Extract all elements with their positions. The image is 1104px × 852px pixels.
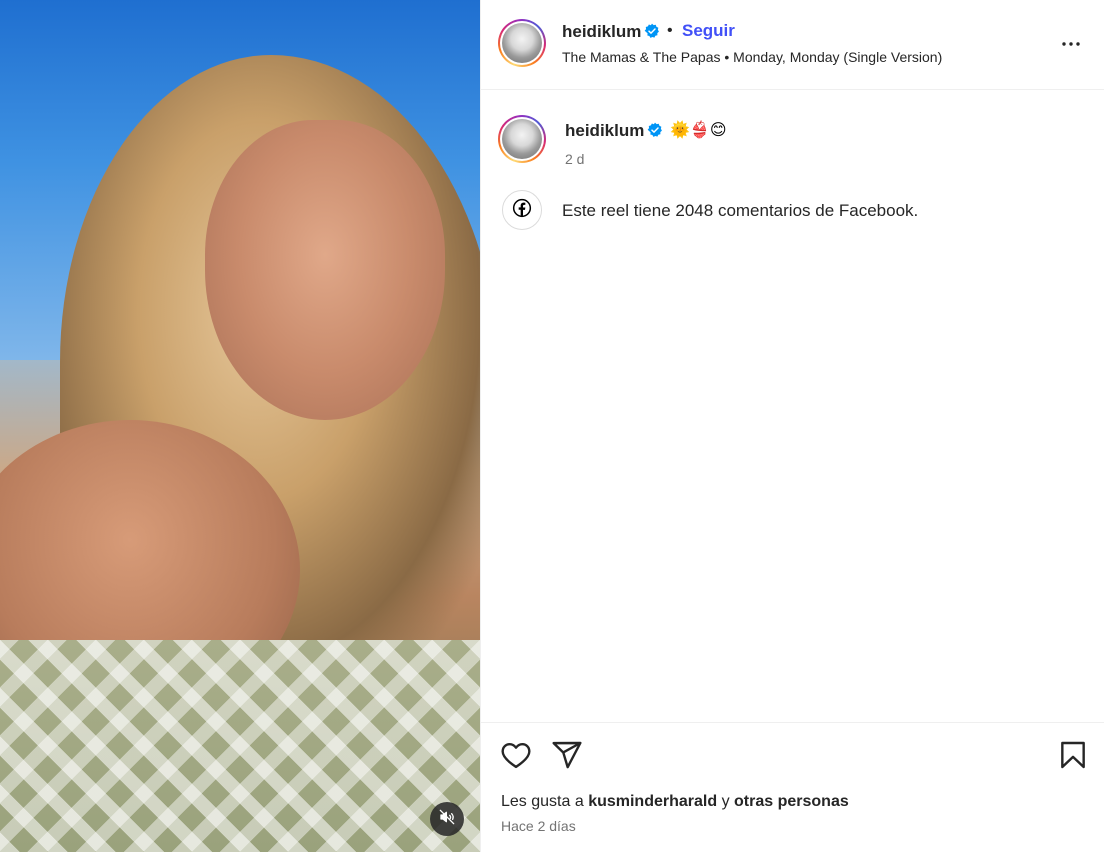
- facebook-comments-notice: Este reel tiene 2048 comentarios de Face…: [562, 201, 919, 220]
- verified-badge-icon: [644, 23, 660, 42]
- more-options-icon[interactable]: [1059, 32, 1083, 56]
- liked-by-others-link[interactable]: otras personas: [734, 793, 849, 810]
- caption-avatar[interactable]: [498, 115, 546, 163]
- caption-timestamp[interactable]: 2 d: [565, 151, 584, 167]
- author-avatar[interactable]: [498, 19, 546, 67]
- likes-summary: Les gusta a kusminderharald y otras pers…: [501, 793, 849, 811]
- audio-track-link[interactable]: The Mamas & The Papas • Monday, Monday (…: [562, 49, 942, 65]
- post-date[interactable]: Hace 2 días: [501, 818, 576, 834]
- facebook-icon: [512, 198, 532, 223]
- caption-text: 🌞👙😊: [670, 120, 727, 139]
- video-towel-pattern: [0, 640, 480, 852]
- liked-by-user-link[interactable]: kusminderharald: [588, 793, 717, 810]
- video-face-shape: [205, 120, 445, 420]
- heart-icon[interactable]: [500, 739, 532, 771]
- verified-badge-icon: [647, 122, 663, 141]
- likes-prefix: Les gusta a: [501, 793, 584, 810]
- author-username[interactable]: heidiklum: [562, 22, 641, 42]
- post-actions: Les gusta a kusminderharald y otras pers…: [481, 722, 1104, 852]
- caption-username[interactable]: heidiklum: [565, 121, 644, 141]
- reel-video[interactable]: [0, 0, 480, 852]
- likes-conjunction: y: [721, 793, 730, 810]
- facebook-badge: [502, 190, 542, 230]
- bookmark-icon[interactable]: [1057, 739, 1089, 771]
- audio-muted-icon: [439, 809, 455, 830]
- send-icon[interactable]: [551, 739, 583, 771]
- header-separator: •: [667, 22, 673, 39]
- follow-button[interactable]: Seguir: [682, 21, 735, 41]
- post-header: heidiklum • Seguir The Mamas & The Papas…: [481, 0, 1104, 90]
- mute-toggle-button[interactable]: [430, 802, 464, 836]
- post-sidebar: heidiklum • Seguir The Mamas & The Papas…: [480, 0, 1104, 852]
